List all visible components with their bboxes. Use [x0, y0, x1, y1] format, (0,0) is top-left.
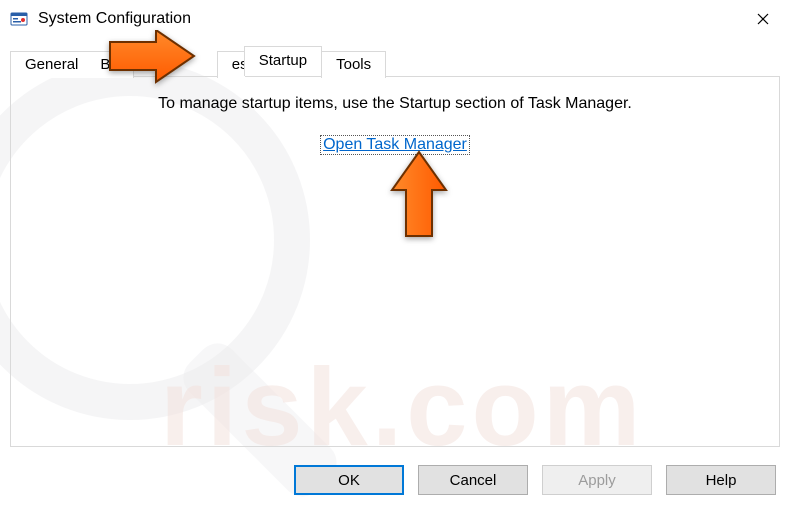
- tab-services-obscured[interactable]: es: [217, 51, 245, 78]
- window-title: System Configuration: [38, 10, 191, 28]
- annotation-arrow-to-link: [388, 148, 450, 240]
- dialog-button-bar: OK Cancel Apply Help: [294, 465, 776, 495]
- tab-general[interactable]: General: [10, 51, 93, 78]
- annotation-arrow-to-startup-tab: [106, 30, 196, 86]
- msconfig-icon: [10, 10, 28, 28]
- cancel-button[interactable]: Cancel: [418, 465, 528, 495]
- help-button[interactable]: Help: [666, 465, 776, 495]
- apply-button: Apply: [542, 465, 652, 495]
- tab-tools[interactable]: Tools: [321, 51, 386, 78]
- tab-startup[interactable]: Startup: [244, 46, 322, 76]
- close-button[interactable]: [740, 3, 786, 35]
- close-icon: [757, 13, 769, 25]
- startup-message: To manage startup items, use the Startup…: [11, 95, 779, 113]
- ok-button[interactable]: OK: [294, 465, 404, 495]
- tab-content-pane: To manage startup items, use the Startup…: [10, 76, 780, 447]
